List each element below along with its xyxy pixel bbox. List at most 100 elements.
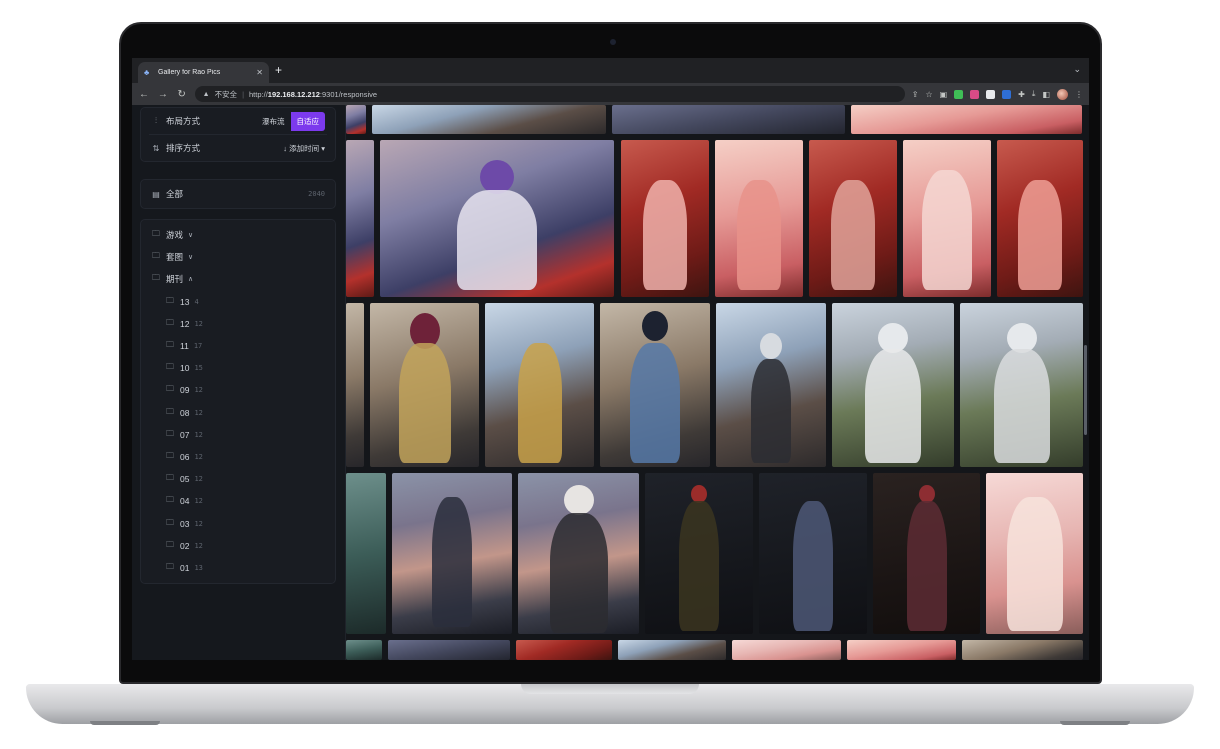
gallery-image[interactable]: [832, 303, 954, 467]
gallery-image[interactable]: [986, 473, 1083, 634]
gallery-image[interactable]: [600, 303, 710, 467]
folder-issues[interactable]: 🗀 期刊 ∧: [141, 268, 335, 290]
gallery-image[interactable]: [346, 140, 374, 297]
gallery-image[interactable]: [621, 140, 709, 297]
laptop-lid: ♣ Gallery for Rao Pics ✕ + ⌄ ← → ↻ ▲ 不安全…: [119, 22, 1102, 684]
gallery-image[interactable]: [962, 640, 1083, 660]
subfolder-count: 12: [194, 497, 203, 506]
gallery-image[interactable]: [388, 640, 510, 660]
extension-white-icon[interactable]: [986, 89, 996, 99]
gallery-image[interactable]: [809, 140, 897, 297]
subfolder-count: 15: [194, 364, 203, 373]
extensions-puzzle-icon[interactable]: ✚: [1018, 90, 1025, 99]
reload-icon[interactable]: ↻: [176, 89, 188, 100]
bookmark-star-icon[interactable]: ☆: [925, 90, 932, 99]
sort-row: ⇅ 排序方式 ↓ 添加时间 ▾: [141, 135, 335, 161]
subfolder-item[interactable]: 🗀 07 12: [141, 424, 335, 446]
gallery-image[interactable]: [372, 105, 606, 134]
subfolder-count: 17: [193, 342, 203, 351]
side-panel-icon[interactable]: ◧: [1042, 90, 1050, 99]
gallery-image[interactable]: [346, 473, 386, 634]
gallery-image[interactable]: [380, 140, 614, 297]
extension-blue-icon[interactable]: [1002, 89, 1012, 99]
security-label: 不安全: [214, 89, 238, 99]
subfolder-item[interactable]: 🗀 05 12: [141, 468, 335, 490]
laptop-foot: [1060, 721, 1130, 725]
gallery-image[interactable]: [518, 473, 639, 634]
scrollbar[interactable]: [1084, 345, 1087, 435]
subfolder-item[interactable]: 🗀 11 17: [141, 335, 335, 357]
cast-icon[interactable]: ▣: [940, 90, 948, 99]
folder-games[interactable]: 🗀 游戏 ∨: [141, 224, 335, 246]
laptop-opening-notch: [521, 684, 699, 694]
subfolder-count: 12: [194, 430, 203, 439]
extension-pink-icon[interactable]: [970, 89, 980, 99]
gallery-image[interactable]: [847, 640, 956, 660]
gallery-image[interactable]: [716, 303, 826, 467]
subfolder-count: 13: [194, 563, 203, 572]
sort-select[interactable]: ↓ 添加时间 ▾: [283, 143, 325, 154]
download-icon[interactable]: ⤓: [1032, 89, 1036, 99]
toolbar-icons: ⇪ ☆ ▣ ✚ ⤓ ◧ ⋮: [912, 88, 1083, 100]
gallery-image[interactable]: [960, 303, 1083, 467]
subfolder-item[interactable]: 🗀 12 12: [141, 313, 335, 335]
subfolder-item[interactable]: 🗀 04 12: [141, 490, 335, 512]
gallery-image[interactable]: [612, 105, 845, 134]
subfolder-label: 03: [180, 518, 190, 529]
subfolder-item[interactable]: 🗀 13 4: [141, 291, 335, 313]
image-gallery: [346, 105, 1089, 660]
chevron-up-icon[interactable]: ∧: [188, 275, 193, 283]
tab-search-chevron-icon[interactable]: ⌄: [1073, 64, 1081, 75]
back-arrow-icon[interactable]: ←: [138, 89, 150, 100]
subfolder-label: 04: [180, 496, 190, 507]
layout-option-responsive[interactable]: 自适应: [290, 111, 325, 131]
browser-toolbar: ← → ↻ ▲ 不安全 | http://192.168.12.212:9301…: [132, 83, 1089, 105]
subfolder-count: 12: [194, 541, 203, 550]
subfolder-item[interactable]: 🗀 02 12: [141, 535, 335, 557]
gallery-image[interactable]: [392, 473, 512, 634]
subfolder-item[interactable]: 🗀 09 12: [141, 379, 335, 401]
browser-tab[interactable]: ♣ Gallery for Rao Pics ✕: [138, 62, 269, 83]
subfolder-item[interactable]: 🗀 08 12: [141, 402, 335, 424]
folder-sets[interactable]: 🗀 套图 ∨: [141, 246, 335, 268]
gallery-image[interactable]: [759, 473, 867, 634]
gallery-image[interactable]: [370, 303, 479, 467]
extension-green-icon[interactable]: [954, 89, 964, 99]
address-bar[interactable]: ▲ 不安全 | http://192.168.12.212:9301/respo…: [194, 86, 905, 102]
forward-arrow-icon[interactable]: →: [157, 89, 169, 100]
chevron-down-icon[interactable]: ∨: [188, 253, 193, 261]
gallery-image[interactable]: [732, 640, 841, 660]
all-row[interactable]: ▤ 全部 2040: [141, 180, 335, 208]
subfolder-count: 12: [194, 452, 203, 461]
new-tab-icon[interactable]: +: [275, 63, 282, 77]
subfolder-item[interactable]: 🗀 03 12: [141, 512, 335, 534]
gallery-image[interactable]: [873, 473, 980, 634]
all-card[interactable]: ▤ 全部 2040: [140, 179, 336, 209]
warning-icon: ▲: [202, 90, 210, 98]
subfolder-item[interactable]: 🗀 10 15: [141, 357, 335, 379]
layout-toggle: 瀑布流 自适应: [256, 111, 325, 131]
subfolder-item[interactable]: 🗀 06 12: [141, 446, 335, 468]
profile-avatar[interactable]: [1056, 88, 1068, 100]
gallery-image[interactable]: [645, 473, 753, 634]
gallery-image[interactable]: [715, 140, 803, 297]
gallery-image[interactable]: [618, 640, 726, 660]
gallery-image[interactable]: [485, 303, 594, 467]
gallery-image[interactable]: [851, 105, 1082, 134]
gallery-image[interactable]: [346, 303, 364, 467]
gallery-image[interactable]: [997, 140, 1083, 297]
sort-arrows-icon: ⇅: [152, 143, 160, 153]
subfolder-item[interactable]: 🗀 01 13: [141, 557, 335, 579]
gallery-image[interactable]: [516, 640, 612, 660]
gallery-image[interactable]: [346, 105, 366, 134]
layout-option-waterfall[interactable]: 瀑布流: [256, 112, 291, 131]
gallery-image[interactable]: [346, 640, 382, 660]
browser-tab-bar: ♣ Gallery for Rao Pics ✕ + ⌄: [132, 58, 1089, 83]
laptop-foot: [90, 721, 160, 725]
chevron-down-icon[interactable]: ∨: [188, 231, 193, 239]
menu-kebab-icon[interactable]: ⋮: [1075, 90, 1083, 99]
gallery-image[interactable]: [903, 140, 991, 297]
close-tab-icon[interactable]: ✕: [256, 68, 263, 77]
folder-icon: 🗀: [166, 450, 174, 460]
share-icon[interactable]: ⇪: [912, 90, 919, 99]
